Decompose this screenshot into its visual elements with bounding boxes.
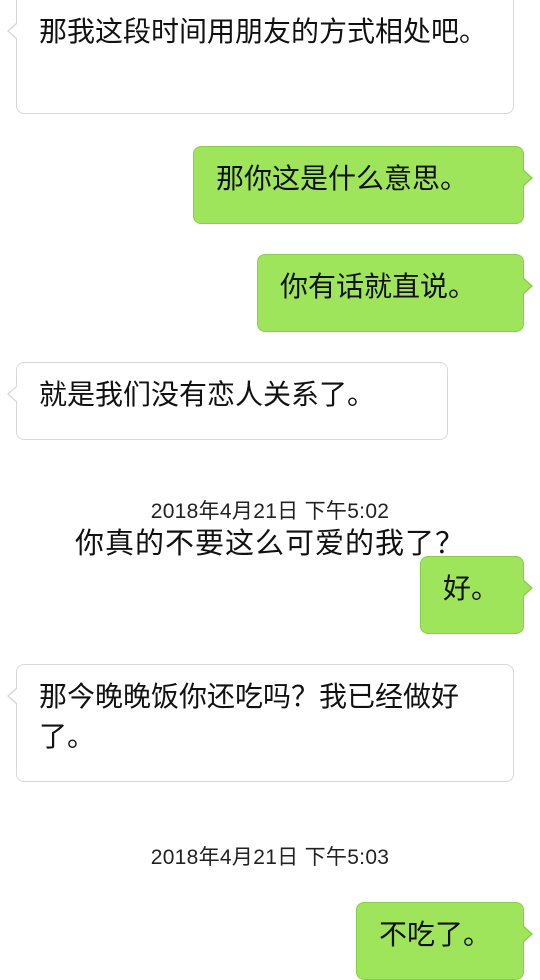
message-text: 那我这段时间用朋友的方式相处吧。 [39,15,488,48]
message-text: 就是我们没有恋人关系了。 [39,378,376,411]
message-text: 好。 [443,572,500,605]
message-bubble-received[interactable]: 就是我们没有恋人关系了。 [7,362,448,440]
message-bubble-sent[interactable]: 你有话就直说。 [257,254,533,332]
message-bubble-sent[interactable]: 不吃了。 [356,902,533,980]
message-text: 不吃了。 [379,918,492,951]
message-bubble-received[interactable]: 那我这段时间用朋友的方式相处吧。 [7,0,514,114]
message-bubble-sent[interactable]: 那你这是什么意思。 [193,146,533,224]
message-timestamp: 2018年4月21日 下午5:03 [150,846,390,869]
message-bubble-sent[interactable]: 好。 [420,556,533,634]
message-text: 你有话就直说。 [280,270,477,303]
message-text: 那你这是什么意思。 [216,162,469,195]
message-bubble-received[interactable]: 那今晚晚饭你还吃吗？我已经做好了。 [7,664,514,782]
chat-conversation: 那我这段时间用朋友的方式相处吧。 那你这是什么意思。 你有话就直说。 就是我们没… [0,0,540,980]
message-text: 那今晚晚饭你还吃吗？我已经做好了。 [39,680,460,753]
